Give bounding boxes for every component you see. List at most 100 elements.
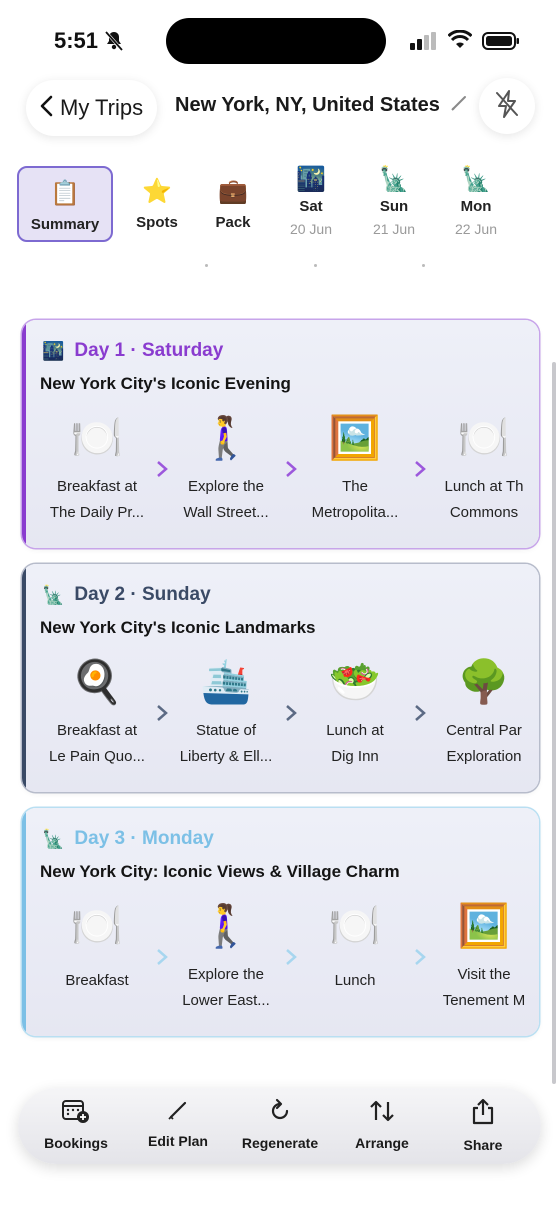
arrange-button[interactable]: Arrange <box>332 1098 432 1151</box>
tab-mon[interactable]: 🗽 Mon 22 Jun <box>428 166 524 242</box>
tab-label: Sun <box>379 198 409 215</box>
day-tabs: 📋 Summary ⭐ Spots 💼 Pack 🌃 Sat 20 Jun 🗽 … <box>0 166 560 246</box>
tab-date: 21 Jun <box>372 221 416 237</box>
activity-line1: Lunch <box>334 972 376 989</box>
plate-cutlery-icon: 🍽️ <box>70 414 124 461</box>
share-button[interactable]: Share <box>433 1098 533 1153</box>
activity-item[interactable]: 🍽️ Lunch <box>290 898 420 994</box>
statue-of-liberty-icon: 🗽 <box>461 166 491 193</box>
plate-cutlery-icon: 🍽️ <box>70 902 124 949</box>
walking-person-icon: 🚶‍♀️ <box>199 902 253 949</box>
tool-label: Edit Plan <box>148 1133 208 1149</box>
status-bar: 5:51 <box>0 0 560 80</box>
day-title: Day 2 · Sunday <box>74 584 211 605</box>
tool-label: Share <box>463 1137 503 1153</box>
battery-icon <box>482 31 520 56</box>
ai-assist-button[interactable] <box>479 78 535 134</box>
tool-label: Bookings <box>44 1135 108 1151</box>
tab-date: 22 Jun <box>454 221 498 237</box>
activity-item[interactable]: 🛳️ Statue of Liberty & Ell... <box>161 654 291 770</box>
chevron-left-icon <box>38 94 54 123</box>
trip-title: New York, NY, United States <box>175 94 440 116</box>
activity-item[interactable]: 🍽️ Lunch at Th Commons <box>419 410 539 526</box>
activity-item[interactable]: 🖼️ The Metropolita... <box>290 410 420 526</box>
bookings-button[interactable]: Bookings <box>26 1098 126 1151</box>
framed-picture-icon: 🖼️ <box>457 902 511 949</box>
tool-label: Arrange <box>355 1135 409 1151</box>
statue-of-liberty-icon: 🗽 <box>379 166 409 193</box>
activity-line2: The Daily Pr... <box>49 504 145 521</box>
activity-item[interactable]: 🌳 Central Par Exploration <box>419 654 539 770</box>
back-button[interactable]: My Trips <box>26 80 158 136</box>
sort-arrows-icon <box>368 1098 396 1129</box>
activity-item[interactable]: 🚶‍♀️ Explore the Wall Street... <box>161 410 291 526</box>
salad-icon: 🥗 <box>328 658 382 705</box>
statue-of-liberty-icon: 🗽 <box>42 828 65 849</box>
wifi-icon <box>447 29 473 55</box>
tab-label: Mon <box>460 198 492 215</box>
day-subtitle: New York City's Iconic Evening <box>40 374 291 393</box>
day-card-3[interactable]: 🗽 Day 3 · Monday New York City: Iconic V… <box>22 808 539 1036</box>
pencil-icon <box>450 94 468 117</box>
scrollbar[interactable] <box>552 362 556 1084</box>
activity-line2: Wall Street... <box>183 504 269 521</box>
activity-line2: Dig Inn <box>331 748 379 765</box>
tab-date: 20 Jun <box>289 221 333 237</box>
dynamic-island <box>166 18 386 64</box>
share-icon <box>470 1098 496 1131</box>
activity-item[interactable]: 🖼️ Visit the Tenement M <box>419 898 539 1014</box>
activity-line1: Visit the <box>457 966 511 983</box>
activity-line2: Commons <box>449 504 519 521</box>
frying-pan-icon: 🍳 <box>70 658 124 705</box>
star-icon: ⭐ <box>142 178 172 205</box>
bell-muted-icon <box>104 30 124 57</box>
edit-plan-button[interactable]: Edit Plan <box>128 1098 228 1149</box>
bolt-slash-icon <box>493 89 521 124</box>
day-subtitle: New York City: Iconic Views & Village Ch… <box>40 862 400 881</box>
cellular-signal-icon <box>410 32 438 55</box>
activity-line1: Explore the <box>188 478 264 495</box>
day-title: Day 3 · Monday <box>74 828 214 849</box>
framed-picture-icon: 🖼️ <box>328 414 382 461</box>
activity-line1: Statue of <box>195 722 257 739</box>
activity-line2: Le Pain Quo... <box>49 748 145 765</box>
suitcase-icon: 💼 <box>218 178 248 205</box>
ferry-icon: 🛳️ <box>199 658 253 705</box>
activity-line1: Breakfast at <box>56 478 138 495</box>
activity-item[interactable]: 🍳 Breakfast at Le Pain Quo... <box>32 654 162 770</box>
status-time: 5:51 <box>54 28 99 53</box>
tab-sat[interactable]: 🌃 Sat 20 Jun <box>263 166 359 242</box>
activity-line2: Lower East... <box>182 992 270 1009</box>
refresh-icon <box>267 1098 293 1129</box>
clipboard-icon: 📋 <box>50 180 80 207</box>
activity-line2: Exploration <box>446 748 522 765</box>
regenerate-button[interactable]: Regenerate <box>230 1098 330 1151</box>
tab-summary[interactable]: 📋 Summary <box>17 166 113 242</box>
tab-label: Spots <box>136 214 178 231</box>
activity-line1: Breakfast <box>65 972 129 989</box>
activity-line1: Explore the <box>188 966 264 983</box>
day-card-1[interactable]: 🌃 Day 1 · Saturday New York City's Iconi… <box>22 320 539 548</box>
day-card-2[interactable]: 🗽 Day 2 · Sunday New York City's Iconic … <box>22 564 539 792</box>
activity-line1: Central Par <box>446 722 522 739</box>
pencil-icon <box>166 1098 190 1127</box>
calendar-plus-icon <box>61 1098 91 1129</box>
tool-label: Regenerate <box>241 1135 319 1151</box>
activity-item[interactable]: 🍽️ Breakfast <box>32 898 162 994</box>
activity-line1: Lunch at <box>326 722 384 739</box>
statue-of-liberty-icon: 🗽 <box>42 584 65 605</box>
divider-dots <box>205 264 425 268</box>
bottom-toolbar: Bookings Edit Plan Regenerate Arrange Sh… <box>18 1088 541 1164</box>
tab-label: Sat <box>299 198 323 215</box>
activity-item[interactable]: 🥗 Lunch at Dig Inn <box>290 654 420 770</box>
tree-icon: 🌳 <box>457 658 511 705</box>
activity-item[interactable]: 🚶‍♀️ Explore the Lower East... <box>161 898 291 1014</box>
plate-cutlery-icon: 🍽️ <box>457 414 511 461</box>
activity-line2: Metropolita... <box>311 504 399 521</box>
activity-item[interactable]: 🍽️ Breakfast at The Daily Pr... <box>32 410 162 526</box>
activity-line2: Liberty & Ell... <box>179 748 273 765</box>
day-title: Day 1 · Saturday <box>74 340 224 361</box>
night-city-icon: 🌃 <box>42 340 65 361</box>
trip-title-edit[interactable]: New York, NY, United States <box>175 94 468 117</box>
plate-cutlery-icon: 🍽️ <box>328 902 382 949</box>
